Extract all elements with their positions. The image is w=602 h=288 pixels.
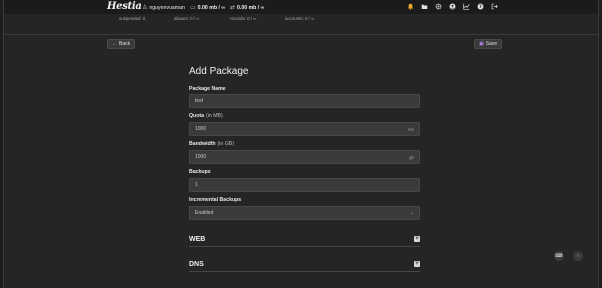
package-name-label: Package Name — [189, 86, 226, 92]
stat-suspended: suspended: 0 — [119, 16, 146, 21]
backups-input[interactable]: 1 — [189, 178, 420, 192]
bandwidth-usage-value: 0.00 mb / ∞ — [237, 4, 265, 11]
svg-text:?: ? — [479, 4, 482, 10]
quota-suffix: mb — [407, 127, 414, 132]
section-dns-title: DNS — [189, 261, 204, 268]
user-indicator[interactable]: ♙ nguyenvuaman — [142, 4, 185, 12]
bandwidth-label: Bandwidth (in GB) — [189, 141, 234, 147]
arrow-up-icon: ↑ — [576, 253, 580, 259]
bandwidth-input[interactable]: 1000 gb — [189, 150, 420, 164]
usage-stats-row: suspended: 0 aliases: 0 / ∞ records: 0 /… — [4, 14, 598, 23]
arrow-left-icon: ← — [112, 41, 117, 47]
stat-aliases: aliases: 0 / ∞ — [174, 16, 200, 21]
bandwidth-usage: ⇄ 0.00 mb / ∞ — [230, 4, 265, 12]
incremental-backups-value: Enabled — [195, 210, 214, 216]
backups-label-text: Backups — [189, 169, 211, 175]
bandwidth-unit-hint: (in GB) — [217, 141, 234, 147]
stat-accounts: accounts: 0 / ∞ — [285, 16, 315, 21]
top-navbar: Hestia ♙ nguyenvuaman ▭ 0.00 mb / ∞ ⇄ 0.… — [4, 0, 598, 14]
incremental-backups-select[interactable]: Enabled ⌄ — [189, 206, 420, 220]
quota-unit-hint: (in MB) — [206, 113, 223, 119]
bandwidth-suffix: gb — [409, 155, 414, 160]
backups-value: 1 — [195, 182, 198, 188]
top-icons: ? — [406, 2, 499, 11]
save-button[interactable]: ▣ Save — [474, 39, 503, 49]
backups-label: Backups — [189, 169, 211, 175]
page-title: Add Package — [189, 66, 249, 77]
save-button-label: Save — [485, 41, 498, 47]
hestia-logo[interactable]: Hestia — [107, 1, 142, 12]
bell-icon[interactable] — [406, 2, 415, 11]
section-dns[interactable]: DNS + — [189, 258, 420, 272]
user-circle-icon[interactable] — [448, 2, 457, 11]
user-icon: ♙ — [142, 5, 148, 11]
section-web[interactable]: WEB + — [189, 233, 420, 247]
package-name-input[interactable]: test — [189, 94, 420, 108]
folder-icon[interactable] — [420, 2, 429, 11]
bandwidth-value: 1000 — [195, 154, 207, 160]
quota-label-text: Quota — [189, 113, 204, 119]
app-frame: Hestia ♙ nguyenvuaman ▭ 0.00 mb / ∞ ⇄ 0.… — [3, 0, 599, 288]
expand-plus-icon[interactable]: + — [414, 261, 420, 267]
transfer-icon: ⇄ — [230, 5, 236, 11]
disk-icon: ▭ — [190, 5, 196, 11]
back-button[interactable]: ← Back — [107, 39, 136, 49]
incremental-backups-label-text: Incremental Backups — [189, 197, 242, 203]
disk-usage-value: 0.00 mb / ∞ — [197, 4, 226, 11]
logout-icon[interactable] — [490, 2, 499, 11]
keyboard-icon: ⌨ — [555, 253, 563, 259]
scroll-to-top-button[interactable]: ↑ — [573, 251, 583, 261]
package-name-value: test — [195, 98, 204, 104]
bandwidth-label-text: Bandwidth — [189, 141, 216, 147]
help-icon[interactable]: ? — [476, 2, 485, 11]
username: nguyenvuaman — [149, 4, 185, 11]
back-button-label: Back — [119, 41, 131, 47]
keyboard-shortcuts-button[interactable]: ⌨ — [554, 251, 564, 261]
quota-label: Quota (in MB) — [189, 113, 223, 119]
package-name-label-text: Package Name — [189, 86, 226, 92]
gear-icon[interactable] — [434, 2, 443, 11]
chart-icon[interactable] — [462, 2, 471, 11]
quota-value: 1000 — [195, 126, 207, 132]
incremental-backups-label: Incremental Backups — [189, 197, 241, 203]
stat-records: records: 0 / ∞ — [230, 16, 257, 21]
section-web-title: WEB — [189, 236, 206, 243]
quota-input[interactable]: 1000 mb — [189, 122, 420, 136]
disk-usage: ▭ 0.00 mb / ∞ — [190, 4, 226, 12]
expand-plus-icon[interactable]: + — [414, 236, 420, 242]
header-divider — [4, 34, 598, 35]
chevron-down-icon: ⌄ — [409, 210, 414, 216]
floppy-disk-icon: ▣ — [479, 41, 484, 47]
